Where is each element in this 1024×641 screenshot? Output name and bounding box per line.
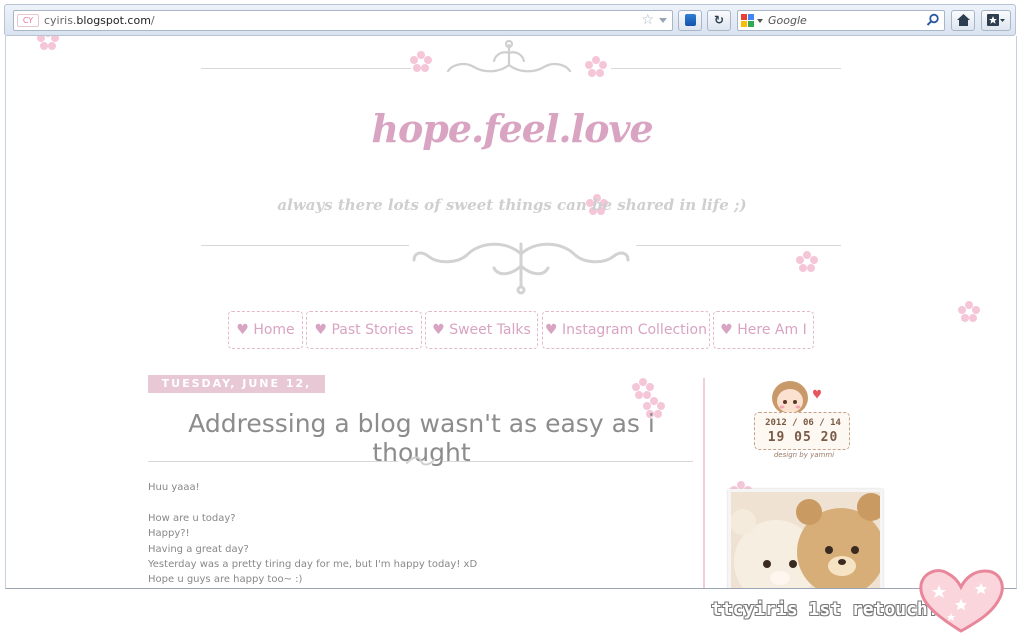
clock-date: 2012 / 06 / 14 [765, 418, 841, 428]
flower-icon [37, 36, 59, 50]
header-divider-left [201, 68, 411, 69]
teddy-bear-photo[interactable] [728, 489, 883, 588]
header-divider-right [611, 68, 841, 69]
post-body: Huu yaaa! How are u today? Happy?! Havin… [148, 480, 688, 588]
retouch-watermark: ttcyiris 1st retouch! [711, 599, 939, 620]
blog-title[interactable]: hope.feel.love [6, 106, 1016, 151]
bookmarks-menu-icon [987, 14, 1005, 26]
search-input[interactable]: Google [768, 14, 807, 27]
post-line: How are u today? [148, 512, 236, 524]
url-domain: blogspot.com [76, 14, 151, 27]
reload-icon: ↻ [713, 13, 725, 27]
nav-item-sweet-talks[interactable]: ♥ Sweet Talks [425, 311, 538, 349]
bookmarks-button[interactable] [678, 10, 702, 31]
search-bar[interactable]: Google [737, 10, 945, 31]
post-line [148, 495, 688, 510]
bookmark-cube-icon [684, 14, 696, 26]
clock-credit: design by yammi [773, 451, 835, 459]
clock-time: 19 05 20 [767, 430, 839, 445]
flower-icon [796, 251, 818, 272]
clock-box: 2012 / 06 / 14 19 05 20 [754, 412, 850, 450]
browser-window: CY cyiris.blogspot.com/ ☆ ↻ Google hope.… [0, 0, 1024, 641]
header-divider-right-2 [636, 245, 841, 246]
flower-icon [410, 51, 432, 72]
star-icon[interactable]: ☆ [641, 12, 654, 28]
bookmarks-menu-button[interactable] [981, 10, 1011, 31]
blog-subtitle: always there lots of sweet things can be… [277, 196, 747, 214]
search-icon[interactable] [926, 13, 940, 27]
nav-item-home[interactable]: ♥ Home [228, 311, 303, 349]
browser-toolbar: CY cyiris.blogspot.com/ ☆ ↻ Google [4, 4, 1016, 36]
teddy-bears-image [731, 492, 880, 588]
clock-widget: 2012 / 06 / 14 19 05 20 design by yammi [754, 378, 854, 459]
google-icon[interactable] [741, 14, 754, 27]
doll-avatar-icon [772, 381, 821, 415]
nav-item-past-stories[interactable]: ♥ Past Stories [306, 311, 422, 349]
address-bar[interactable]: CY cyiris.blogspot.com/ ☆ [13, 10, 673, 31]
history-dropdown-icon[interactable] [659, 18, 667, 23]
url-prefix: cyiris. [44, 14, 77, 27]
post-line: Yesterday was a pretty tiring day for me… [148, 559, 478, 571]
nav-item-instagram-collection[interactable]: ♥ Instagram Collection [542, 311, 710, 349]
post-line: Huu yaaa! [148, 482, 200, 493]
post-line: Hope u guys are happy too~ :) [148, 574, 303, 586]
post-line: Happy?! [148, 528, 190, 540]
post-title-divider-right [443, 461, 693, 462]
flower-icon [958, 301, 980, 322]
flower-icon [585, 56, 607, 77]
nav-item-here-am-i[interactable]: ♥ Here Am I [713, 311, 814, 349]
post-line: Having a great day? [148, 543, 249, 555]
search-engine-dropdown-icon[interactable] [757, 19, 763, 23]
bottom-ornament-icon [412, 242, 630, 295]
top-ornament-icon [446, 39, 572, 73]
url-suffix: / [150, 14, 155, 27]
url-text[interactable]: cyiris.blogspot.com/ [44, 14, 155, 27]
reload-button[interactable]: ↻ [707, 10, 731, 31]
site-identity-badge[interactable]: CY [17, 14, 39, 27]
heart-sticker-icon [919, 569, 1004, 633]
sidebar-divider [703, 378, 705, 588]
home-button[interactable] [951, 10, 975, 31]
blog-page: hope.feel.love always there lots of swee… [5, 36, 1017, 589]
header-divider-left-2 [201, 245, 409, 246]
swirl-ornament-icon [406, 456, 436, 466]
post-date: TUESDAY, JUNE 12, 2012 [148, 375, 325, 408]
post-title-divider-left [148, 461, 398, 462]
home-icon [956, 14, 970, 26]
